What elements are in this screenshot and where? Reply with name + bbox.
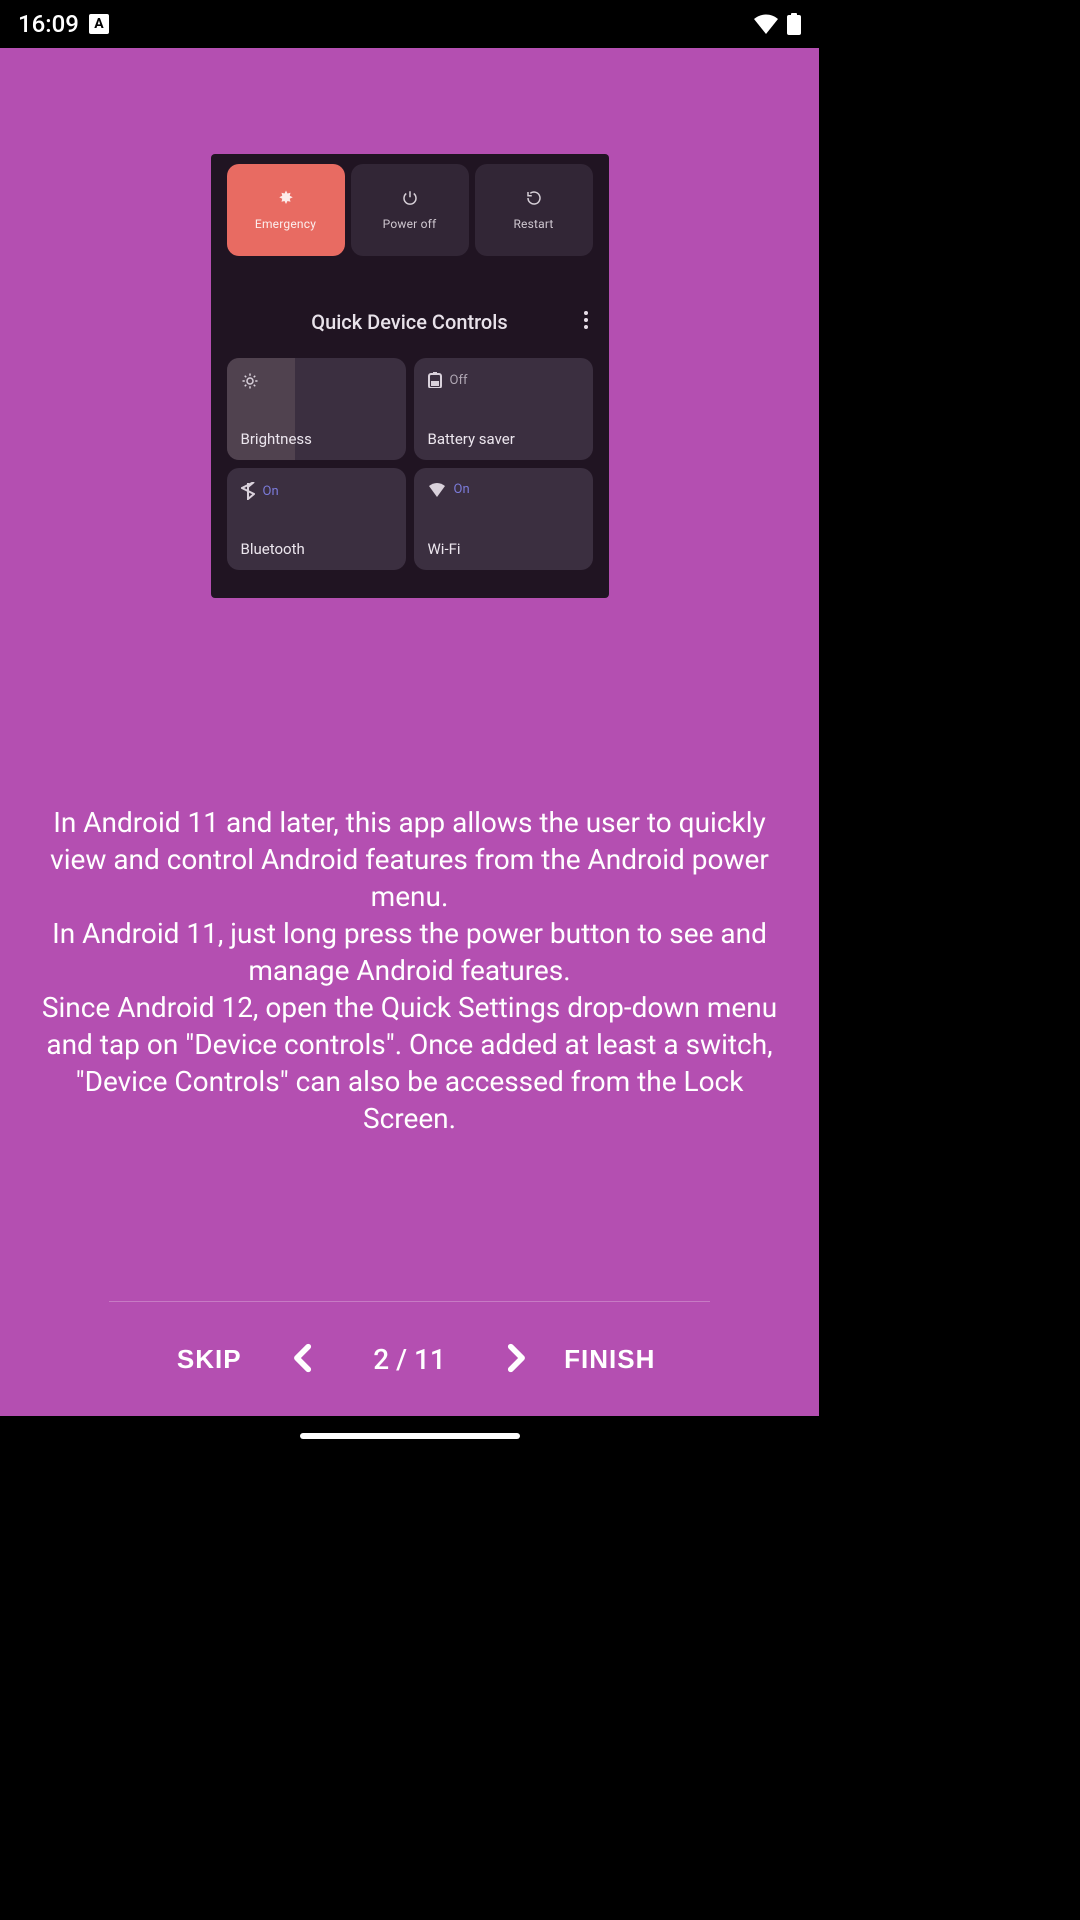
status-bar-right bbox=[753, 13, 801, 35]
bluetooth-tile: On Bluetooth bbox=[227, 468, 406, 570]
power-icon bbox=[401, 189, 419, 207]
next-button[interactable] bbox=[490, 1327, 540, 1392]
wifi-state: On bbox=[454, 482, 470, 497]
finish-button[interactable]: FINISH bbox=[540, 1334, 680, 1385]
emergency-icon bbox=[277, 189, 295, 207]
battery-saver-tile: Off Battery saver bbox=[414, 358, 593, 460]
wifi-icon bbox=[753, 14, 779, 34]
brightness-icon bbox=[241, 372, 259, 390]
page-indicator: 2 / 11 bbox=[373, 1343, 446, 1376]
quick-controls-illustration: Emergency Power off Restart Quick Device… bbox=[211, 154, 609, 598]
restart-label: Restart bbox=[513, 217, 553, 231]
wifi-tile-icon bbox=[428, 483, 446, 497]
app-indicator-icon: A bbox=[89, 14, 109, 34]
battery-saver-icon bbox=[428, 372, 442, 388]
skip-button[interactable]: SKIP bbox=[139, 1334, 279, 1385]
emergency-tile: Emergency bbox=[227, 164, 345, 256]
controls-grid: Brightness Off Battery saver bbox=[221, 358, 599, 574]
emergency-label: Emergency bbox=[255, 217, 316, 231]
onboarding-content: Emergency Power off Restart Quick Device… bbox=[0, 48, 819, 1416]
status-bar: 16:09 A bbox=[0, 0, 819, 48]
brightness-tile: Brightness bbox=[227, 358, 406, 460]
quick-device-controls-header: Quick Device Controls bbox=[221, 310, 599, 334]
prev-button[interactable] bbox=[279, 1327, 329, 1392]
quick-device-controls-title: Quick Device Controls bbox=[221, 310, 599, 334]
power-off-label: Power off bbox=[383, 217, 437, 231]
restart-tile: Restart bbox=[475, 164, 593, 256]
bluetooth-state: On bbox=[263, 484, 279, 499]
onboarding-nav-bar: SKIP 2 / 11 FINISH bbox=[109, 1301, 710, 1416]
battery-icon bbox=[787, 13, 801, 35]
power-off-tile: Power off bbox=[351, 164, 469, 256]
battery-saver-state: Off bbox=[450, 373, 468, 388]
wifi-tile: On Wi-Fi bbox=[414, 468, 593, 570]
power-menu-row: Emergency Power off Restart bbox=[221, 164, 599, 256]
wifi-label: Wi-Fi bbox=[428, 540, 579, 558]
more-menu-icon bbox=[583, 311, 589, 333]
chevron-right-icon bbox=[498, 1369, 532, 1384]
status-bar-left: 16:09 A bbox=[18, 10, 109, 38]
onboarding-description: In Android 11 and later, this app allows… bbox=[0, 804, 819, 1137]
system-nav-bar bbox=[0, 1416, 819, 1456]
status-time: 16:09 bbox=[18, 10, 79, 38]
home-indicator[interactable] bbox=[300, 1433, 520, 1439]
screen: 16:09 A Emergency bbox=[0, 0, 819, 1456]
restart-icon bbox=[525, 189, 543, 207]
nav-center: 2 / 11 bbox=[279, 1327, 540, 1392]
battery-saver-label: Battery saver bbox=[428, 430, 579, 448]
bluetooth-icon bbox=[241, 482, 255, 500]
bluetooth-label: Bluetooth bbox=[241, 540, 392, 558]
brightness-label: Brightness bbox=[241, 430, 392, 448]
chevron-left-icon bbox=[287, 1369, 321, 1384]
